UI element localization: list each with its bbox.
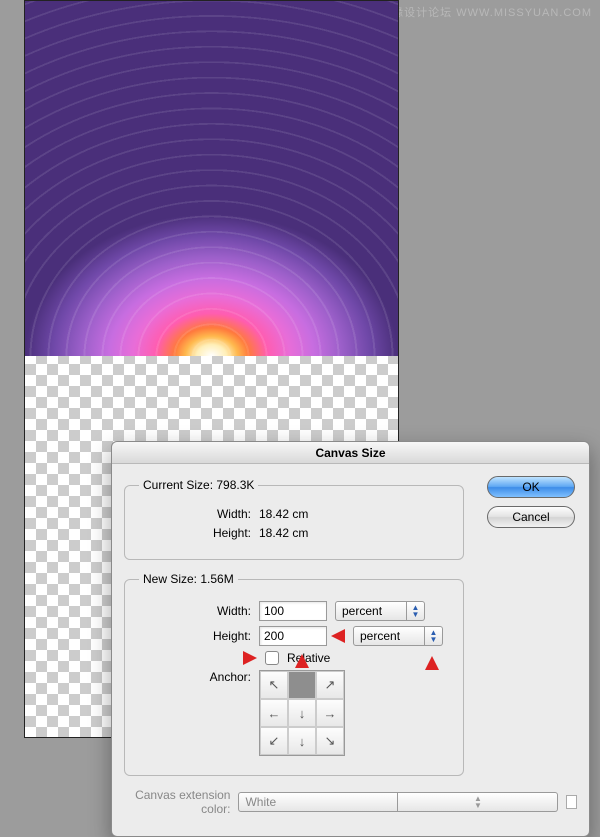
relative-checkbox[interactable] <box>265 651 279 665</box>
new-height-input[interactable] <box>259 626 327 646</box>
annotation-arrow-icon <box>425 656 439 670</box>
image-layer <box>25 1 398 356</box>
annotation-arrow-icon <box>331 629 345 643</box>
anchor-label: Anchor: <box>139 670 251 684</box>
anchor-cell-ne[interactable]: ↗ <box>316 671 344 699</box>
anchor-cell-n[interactable] <box>288 671 316 699</box>
new-size-group: New Size: 1.56M Width: percent ▲▼ Height… <box>124 572 464 776</box>
canvas-size-dialog: Canvas Size OK Cancel Current Size: 798.… <box>111 441 590 837</box>
current-width-label: Width: <box>139 507 251 521</box>
anchor-cell-w[interactable]: ← <box>260 699 288 727</box>
cancel-button[interactable]: Cancel <box>487 506 575 528</box>
new-height-label: Height: <box>139 629 251 643</box>
new-width-label: Width: <box>139 604 251 618</box>
current-size-legend: Current Size: 798.3K <box>139 478 258 492</box>
anchor-cell-c[interactable]: ↓ <box>288 699 316 727</box>
current-width-value: 18.42 cm <box>259 507 329 521</box>
annotation-arrow-icon <box>243 651 257 665</box>
watermark-text: 思缘设计论坛 WWW.MISSYUAN.COM <box>380 4 592 20</box>
extension-color-stepper[interactable]: ▲▼ <box>398 792 558 812</box>
extension-color-label: Canvas extension color: <box>124 788 230 816</box>
current-height-label: Height: <box>139 526 251 540</box>
anchor-cell-sw[interactable]: ↙ <box>260 727 288 755</box>
current-size-group: Current Size: 798.3K Width: 18.42 cm Hei… <box>124 478 464 560</box>
anchor-cell-nw[interactable]: ↖ <box>260 671 288 699</box>
width-unit-stepper[interactable]: ▲▼ <box>407 601 425 621</box>
height-unit-stepper[interactable]: ▲▼ <box>425 626 443 646</box>
extension-color-swatch[interactable] <box>566 795 577 809</box>
anchor-grid[interactable]: ↖ ↗ ← ↓ → ↙ ↓ ↘ <box>259 670 345 756</box>
annotation-arrow-icon <box>295 654 309 668</box>
dialog-title: Canvas Size <box>112 442 589 464</box>
width-unit-select[interactable]: percent <box>335 601 407 621</box>
height-unit-select[interactable]: percent <box>353 626 425 646</box>
anchor-cell-e[interactable]: → <box>316 699 344 727</box>
anchor-cell-se[interactable]: ↘ <box>316 727 344 755</box>
new-width-input[interactable] <box>259 601 327 621</box>
new-size-legend: New Size: 1.56M <box>139 572 238 586</box>
ok-button[interactable]: OK <box>487 476 575 498</box>
extension-color-select[interactable]: White <box>238 792 398 812</box>
anchor-cell-s[interactable]: ↓ <box>288 727 316 755</box>
current-height-value: 18.42 cm <box>259 526 329 540</box>
